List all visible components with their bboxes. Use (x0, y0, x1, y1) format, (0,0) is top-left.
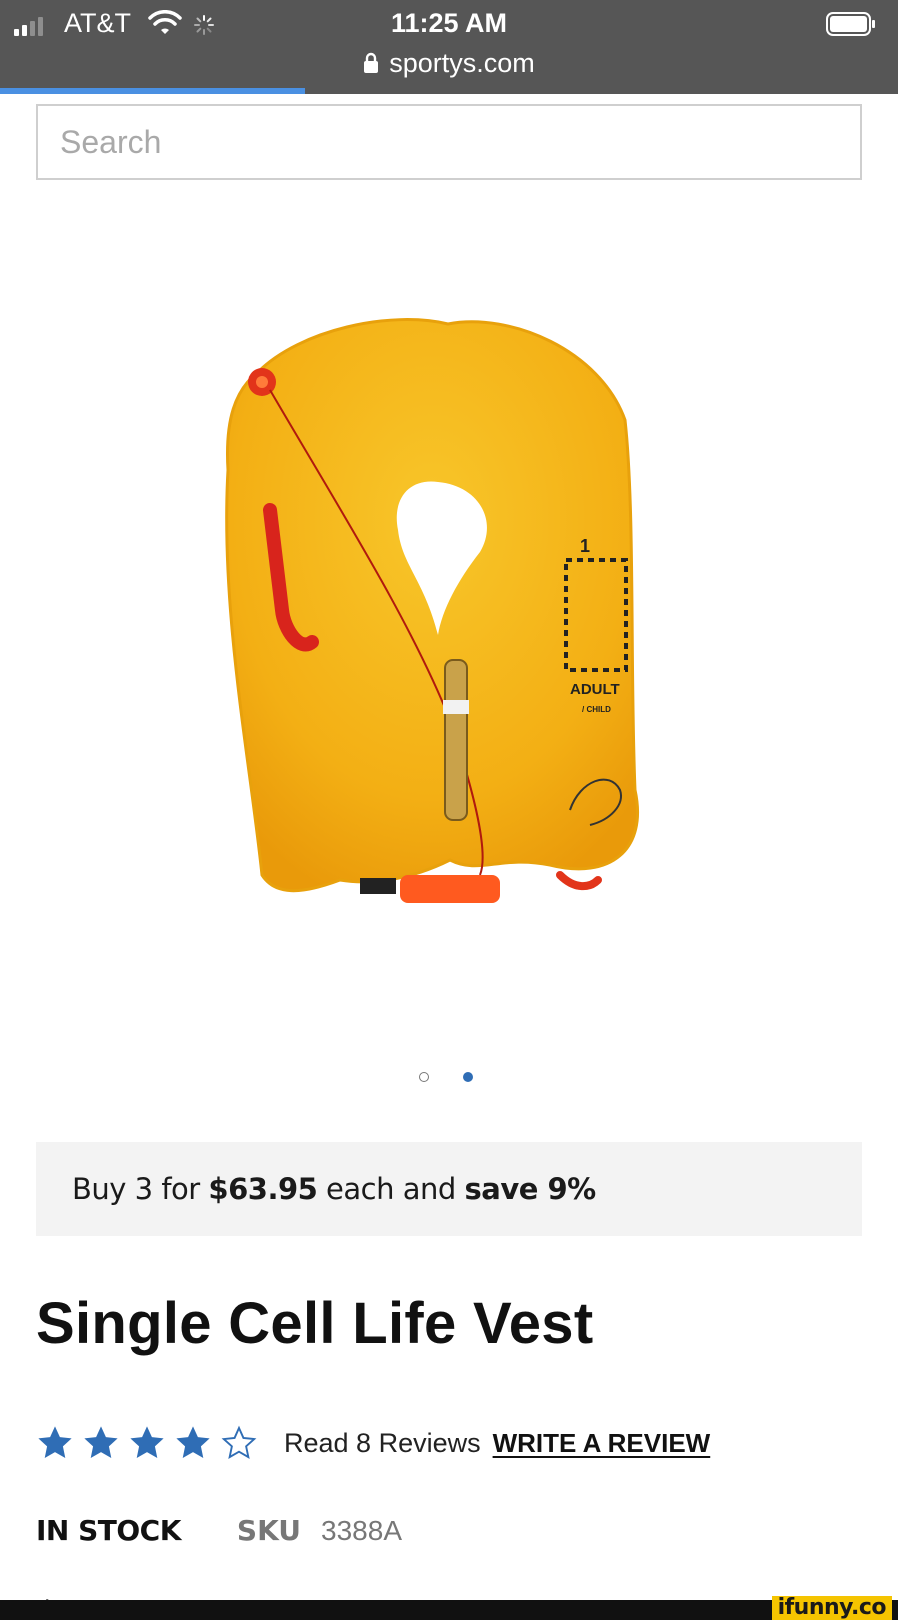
browser-status-bar: AT&T 11:25 AM sportys.com (0, 0, 898, 94)
svg-text:ADULT: ADULT (570, 681, 620, 698)
sku-value: 3388A (321, 1514, 402, 1546)
lock-icon (364, 52, 379, 73)
star-filled-icon (84, 1426, 118, 1459)
star-rating (36, 1424, 258, 1462)
url-text: sportys.com (389, 48, 535, 78)
carousel-dot-1[interactable] (419, 1072, 429, 1082)
promo-price: $63.95 (208, 1172, 318, 1206)
image-carousel-indicator[interactable] (0, 1072, 898, 1084)
promo-savings: save 9% (464, 1172, 597, 1206)
product-image-life-vest[interactable]: 1 ADULT / CHILD (180, 290, 700, 970)
promo-middle: each and (317, 1172, 465, 1206)
read-reviews-link[interactable]: Read 8 Reviews (284, 1428, 481, 1459)
address-bar[interactable]: sportys.com (0, 48, 898, 79)
battery-icon (826, 12, 875, 36)
svg-text:1: 1 (580, 536, 590, 556)
page-load-progress (0, 88, 306, 94)
write-review-link[interactable]: WRITE A REVIEW (493, 1428, 711, 1459)
star-filled-icon (176, 1426, 210, 1459)
sku-label: SKU (236, 1514, 302, 1547)
promo-prefix: Buy 3 for (72, 1172, 209, 1206)
svg-text:/ CHILD: / CHILD (582, 705, 611, 714)
stock-sku-row: IN STOCK SKU 3388A (36, 1514, 402, 1547)
watermark: ifunny.co (771, 1596, 892, 1620)
rating-row: Read 8 Reviews WRITE A REVIEW (36, 1418, 710, 1468)
product-title: Single Cell Life Vest (36, 1291, 594, 1356)
stock-status: IN STOCK (36, 1514, 181, 1547)
status-time: 11:25 AM (390, 8, 508, 38)
bottom-edge-bar (0, 1600, 898, 1620)
star-filled-icon (130, 1426, 164, 1459)
star-empty-icon (221, 1425, 257, 1459)
star-filled-icon (38, 1426, 72, 1459)
search-input[interactable] (36, 104, 862, 180)
carousel-dot-2-active[interactable] (463, 1072, 473, 1082)
bulk-discount-banner: Buy 3 for $63.95 each and save 9% (36, 1142, 862, 1236)
